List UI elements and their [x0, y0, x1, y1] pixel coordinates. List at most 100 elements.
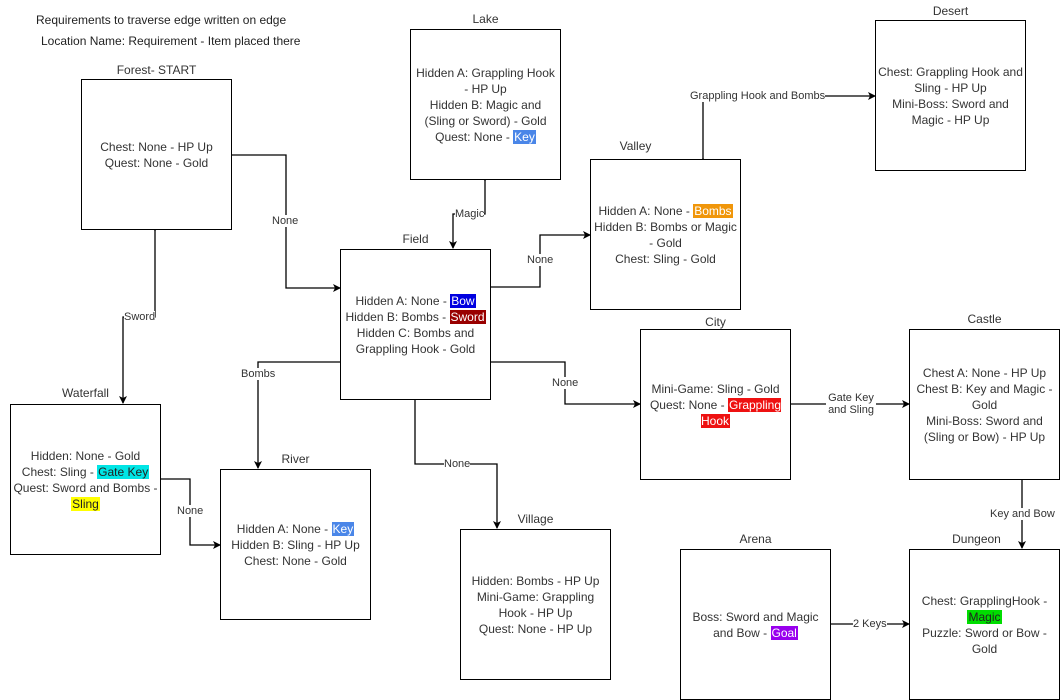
location-line: Chest: Sling - Gold — [593, 251, 738, 267]
requirement-text: Quest: None - HP Up — [478, 621, 593, 636]
location-line: Quest: Sword and Bombs - Sling — [13, 480, 158, 512]
location-line: Chest: GrapplingHook - Magic — [912, 593, 1057, 625]
location-village[interactable]: Hidden: Bombs - HP Up Mini-Game: Grapplin… — [460, 529, 611, 680]
requirement-text: Quest: None - Gold — [104, 155, 209, 170]
item-highlight: Sling — [71, 496, 100, 511]
location-line: Hidden A: None - Key — [223, 521, 368, 537]
location-valley[interactable]: Hidden A: None - Bombs Hidden B: Bombs or… — [590, 159, 741, 310]
location-line: Mini-Game: Sling - Gold — [643, 381, 788, 397]
requirement-text: Hidden A: None - — [236, 521, 332, 536]
location-line: Quest: None - Grappling Hook — [643, 397, 788, 429]
location-line: Chest A: None - HP Up — [912, 365, 1057, 381]
requirement-text: Mini-Boss: Sword and Magic - HP Up — [892, 96, 1009, 127]
edge-label-valley-desert: Grappling Hook and Bombs — [690, 90, 826, 102]
item-highlight: Sword — [449, 309, 486, 324]
location-line: Hidden C: Bombs and Grappling Hook - Gol… — [343, 325, 488, 357]
location-lake[interactable]: Hidden A: Grappling Hook - HP Up Hidden B… — [410, 29, 561, 180]
requirement-text: Hidden C: Bombs and Grappling Hook - Gol… — [355, 325, 476, 356]
item-highlight: Bow — [450, 293, 476, 308]
location-desert[interactable]: Chest: Grappling Hook and Sling - HP Up M… — [875, 20, 1026, 171]
location-city[interactable]: Mini-Game: Sling - Gold Quest: None - Gra… — [640, 329, 791, 480]
location-title-dungeon: Dungeon — [952, 532, 1001, 546]
requirement-text: Hidden A: None - — [598, 203, 694, 218]
requirement-text: Chest: GrapplingHook - — [921, 593, 1048, 608]
requirement-text: Chest: Sling - Gold — [615, 251, 716, 266]
location-line: Quest: None - HP Up — [463, 621, 608, 637]
location-line: Mini-Boss: Sword and (Sling or Bow) - HP… — [912, 413, 1057, 445]
requirement-text: Hidden B: Magic and (Sling or Sword) - G… — [424, 97, 547, 128]
location-line: Hidden: None - Gold — [13, 448, 158, 464]
location-dungeon[interactable]: Chest: GrapplingHook - Magic Puzzle: Swor… — [909, 549, 1060, 700]
requirement-text: Quest: Sword and Bombs - — [13, 480, 158, 495]
location-river[interactable]: Hidden A: None - Key Hidden B: Sling - HP… — [220, 469, 371, 620]
location-line: Boss: Sword and Magic and Bow - Goal — [683, 609, 828, 641]
location-line: Hidden B: Bombs or Magic - Gold — [593, 219, 738, 251]
location-line: Hidden A: Grappling Hook - HP Up — [413, 65, 558, 97]
edge-label-waterfall-river: None — [177, 505, 204, 517]
item-highlight: Goal — [770, 625, 798, 640]
location-title-village: Village — [517, 512, 554, 526]
requirement-text: Mini-Boss: Sword and (Sling or Bow) - HP… — [923, 413, 1046, 444]
item-highlight: Gate Key — [97, 464, 150, 479]
location-dungeon-contents: Chest: GrapplingHook - Magic Puzzle: Swor… — [912, 593, 1057, 657]
edge-label-forest-field: None — [272, 215, 299, 227]
edge-valley-desert — [699, 92, 876, 165]
location-forest[interactable]: Chest: None - HP Up Quest: None - Gold — [81, 79, 232, 230]
location-line: Hidden B: Magic and (Sling or Sword) - G… — [413, 97, 558, 129]
requirement-text: Puzzle: Sword or Bow - Gold — [922, 625, 1047, 656]
edge-label-field-valley: None — [527, 254, 554, 266]
requirement-text: Chest: None - HP Up — [100, 139, 213, 154]
location-line: Hidden A: None - Bow — [343, 293, 488, 309]
edge-label-castle-dungeon: Key and Bow — [990, 508, 1055, 520]
item-highlight: Magic — [967, 609, 1002, 624]
item-highlight: Bombs — [693, 203, 733, 218]
location-village-contents: Hidden: Bombs - HP Up Mini-Game: Grapplin… — [463, 573, 608, 637]
location-valley-contents: Hidden A: None - Bombs Hidden B: Bombs or… — [593, 203, 738, 267]
location-waterfall-contents: Hidden: None - Gold Chest: Sling - Gate K… — [13, 448, 158, 512]
item-highlight: Key — [513, 129, 536, 144]
location-line: Chest: Sling - Gate Key — [13, 464, 158, 480]
location-title-forest: Forest- START — [116, 63, 197, 77]
edge-label-field-river: Bombs — [241, 368, 276, 380]
requirement-text: Hidden B: Sling - HP Up — [231, 537, 360, 552]
edge-label-lake-field: Magic — [455, 208, 485, 220]
location-line: Chest: None - Gold — [223, 553, 368, 569]
location-line: Hidden A: None - Bombs — [593, 203, 738, 219]
location-arena-contents: Boss: Sword and Magic and Bow - Goal — [683, 609, 828, 641]
requirement-text: Quest: None - — [649, 397, 728, 412]
requirement-text: Chest B: Key and Magic - Gold — [916, 381, 1053, 412]
requirement-text: Hidden B: Bombs - — [345, 309, 450, 324]
location-waterfall[interactable]: Hidden: None - Gold Chest: Sling - Gate K… — [10, 404, 161, 555]
location-lake-contents: Hidden A: Grappling Hook - HP Up Hidden B… — [413, 65, 558, 145]
edge-label-forest-waterfall: Sword — [124, 311, 156, 323]
requirement-text: Mini-Game: Grappling Hook - HP Up — [476, 589, 595, 620]
location-title-waterfall: Waterfall — [62, 386, 109, 400]
legend-line-1: Requirements to traverse edge written on… — [36, 13, 287, 27]
location-river-contents: Hidden A: None - Key Hidden B: Sling - HP… — [223, 521, 368, 569]
requirement-text: Chest A: None - HP Up — [922, 365, 1047, 380]
requirement-text: Chest: Grappling Hook and Sling - HP Up — [878, 64, 1023, 95]
edge-label-arena-dungeon: 2 Keys — [853, 618, 887, 630]
requirement-text: Mini-Game: Sling - Gold — [651, 381, 780, 396]
requirement-text: Hidden: None - Gold — [30, 448, 141, 463]
location-line: Mini-Game: Grappling Hook - HP Up — [463, 589, 608, 621]
location-line: Chest B: Key and Magic - Gold — [912, 381, 1057, 413]
location-field-contents: Hidden A: None - Bow Hidden B: Bombs - Sw… — [343, 293, 488, 357]
location-title-arena: Arena — [739, 532, 772, 546]
location-field[interactable]: Hidden A: None - Bow Hidden B: Bombs - Sw… — [340, 249, 491, 400]
requirement-text: Chest: Sling - — [21, 464, 98, 479]
location-title-castle: Castle — [967, 312, 1002, 326]
location-line: Puzzle: Sword or Bow - Gold — [912, 625, 1057, 657]
location-line: Hidden: Bombs - HP Up — [463, 573, 608, 589]
location-city-contents: Mini-Game: Sling - Gold Quest: None - Gra… — [643, 381, 788, 429]
location-line: Chest: Grappling Hook and Sling - HP Up — [878, 64, 1023, 96]
edge-label-field-village: None — [444, 458, 471, 470]
requirement-text: Boss: Sword and Magic and Bow - — [692, 609, 819, 640]
location-line: Quest: None - Gold — [84, 155, 229, 171]
location-arena[interactable]: Boss: Sword and Magic and Bow - Goal — [680, 549, 831, 700]
location-title-desert: Desert — [932, 4, 969, 18]
location-castle[interactable]: Chest A: None - HP Up Chest B: Key and Ma… — [909, 329, 1060, 480]
requirement-text: Chest: None - Gold — [244, 553, 347, 568]
location-title-city: City — [705, 315, 726, 329]
edge-label-field-city: None — [552, 377, 579, 389]
